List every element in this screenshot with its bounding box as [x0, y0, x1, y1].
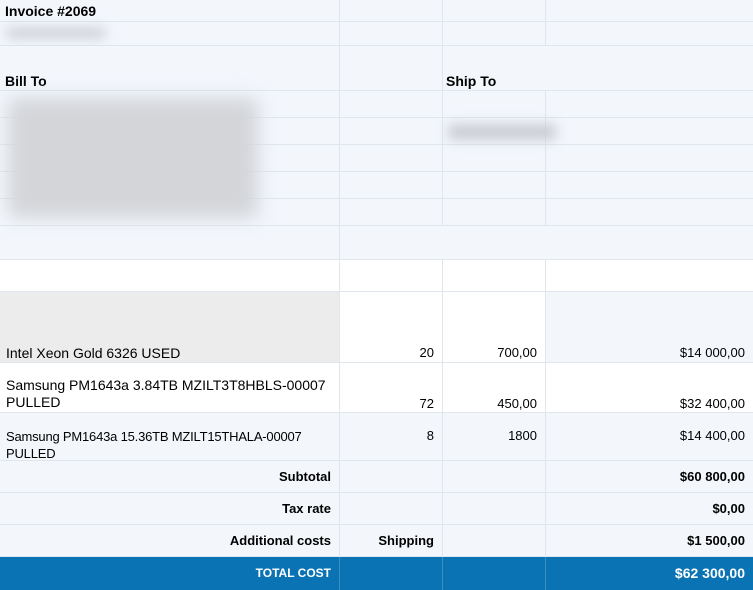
subtotal-row: Subtotal $60 800,00: [0, 461, 753, 493]
table-row: Intel Xeon Gold 6326 USED 20 700,00 $14 …: [0, 292, 753, 363]
bill-to-label: Bill To: [5, 73, 47, 89]
invoice-title: Invoice #2069: [5, 3, 97, 19]
ship-to-label: Ship To: [446, 73, 497, 89]
additional-costs-label: Additional costs: [229, 533, 331, 548]
total-label: TOTAL COST: [255, 566, 331, 580]
item-amount: $14 400,00: [679, 428, 745, 443]
item-amount: $32 400,00: [679, 396, 745, 411]
item-qty: 8: [426, 428, 434, 443]
shipping-value: $1 500,00: [687, 533, 745, 548]
ship-to-address-redacted: [448, 124, 556, 140]
redacted-text: [6, 28, 106, 38]
title-row: Invoice #2069: [0, 0, 753, 22]
item-price: 450,00: [497, 396, 537, 411]
item-amount: $14 000,00: [679, 345, 745, 360]
item-price: 1800: [508, 428, 537, 443]
invoice-sheet: Invoice #2069 Bill To Ship To Intel Xeon…: [0, 0, 753, 590]
address-header-row: Bill To Ship To: [0, 46, 753, 91]
item-price: 700,00: [497, 345, 537, 360]
subtotal-value: $60 800,00: [679, 469, 745, 484]
item-qty: 72: [419, 396, 434, 411]
table-row: Samsung PM1643a 15.36TB MZILT15THALA-000…: [0, 413, 753, 461]
total-row: TOTAL COST $62 300,00: [0, 557, 753, 590]
bill-to-address-redacted: [8, 98, 258, 218]
redacted-row: [0, 22, 753, 46]
tax-row: Tax rate $0,00: [0, 493, 753, 525]
subtotal-label: Subtotal: [279, 469, 331, 484]
item-description-line2: PULLED: [6, 394, 61, 410]
address-row: [0, 226, 753, 260]
table-row: Samsung PM1643a 3.84TB MZILT3T8HBLS-0000…: [0, 363, 753, 413]
item-description: Samsung PM1643a 15.36TB MZILT15THALA-000…: [6, 429, 302, 461]
additional-costs-row: Additional costs Shipping $1 500,00: [0, 525, 753, 557]
item-qty: 20: [419, 345, 434, 360]
item-description-line1: Samsung PM1643a 3.84TB MZILT3T8HBLS-0000…: [6, 377, 326, 393]
item-description: Intel Xeon Gold 6326 USED: [6, 345, 181, 361]
spacer-row: [0, 260, 753, 292]
shipping-label: Shipping: [378, 533, 434, 548]
tax-label: Tax rate: [282, 501, 331, 516]
total-value: $62 300,00: [674, 565, 745, 581]
tax-value: $0,00: [712, 501, 745, 516]
